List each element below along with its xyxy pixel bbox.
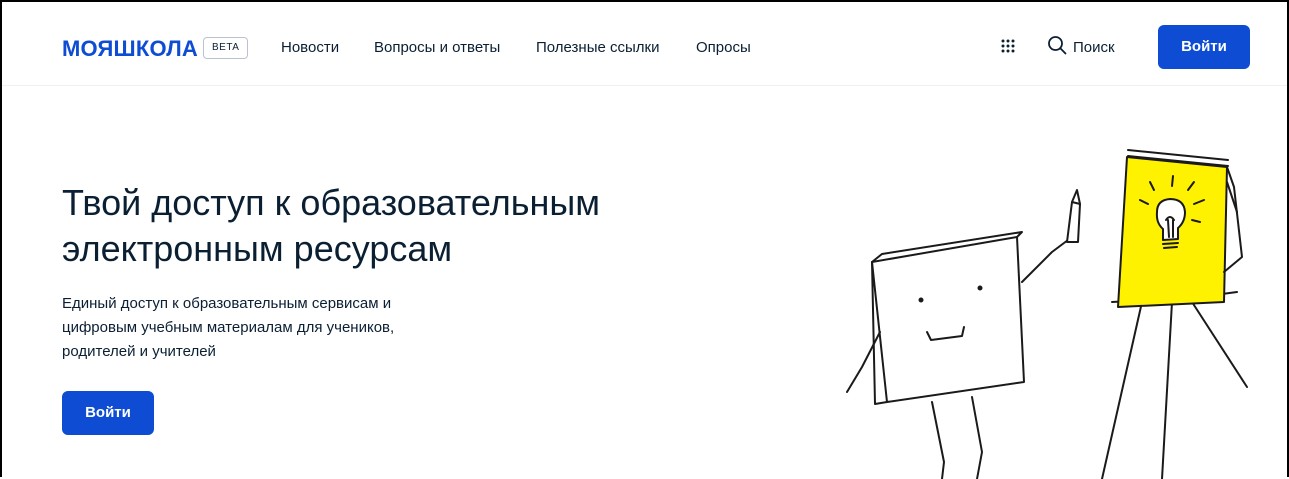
- hero-title: Твой доступ к образовательным электронны…: [62, 180, 762, 272]
- beta-badge: BETA: [203, 37, 249, 59]
- header-login-button[interactable]: Войти: [1158, 25, 1250, 69]
- hero-description-line-1: Единый доступ к образовательным сервисам…: [62, 295, 392, 312]
- grid-icon[interactable]: [1001, 39, 1015, 53]
- search-icon: [1047, 35, 1067, 60]
- nav-polls[interactable]: Опросы: [696, 39, 751, 56]
- hero-title-line-2: электронным ресурсам: [62, 228, 453, 269]
- nav-news[interactable]: Новости: [281, 39, 339, 56]
- site-header: МОЯШКОЛА BETA Новости Вопросы и ответы П…: [2, 2, 1287, 86]
- hero-login-button[interactable]: Войти: [62, 391, 154, 435]
- hero-description-line-2: цифровым учебным материалам для учеников…: [62, 319, 395, 336]
- search-button[interactable]: Поиск: [1047, 35, 1115, 60]
- nav-faq[interactable]: Вопросы и ответы: [374, 39, 500, 56]
- hero-description-line-3: родителей и учителей: [62, 343, 216, 360]
- hero-title-line-1: Твой доступ к образовательным: [62, 182, 600, 223]
- logo[interactable]: МОЯШКОЛА: [62, 36, 198, 62]
- search-label: Поиск: [1073, 38, 1115, 56]
- hero-illustration: [846, 149, 1248, 479]
- hero-description: Единый доступ к образовательным сервисам…: [62, 292, 462, 364]
- page: МОЯШКОЛА BETA Новости Вопросы и ответы П…: [0, 0, 1289, 479]
- nav-useful-links[interactable]: Полезные ссылки: [536, 39, 660, 56]
- character-body: [871, 236, 1025, 403]
